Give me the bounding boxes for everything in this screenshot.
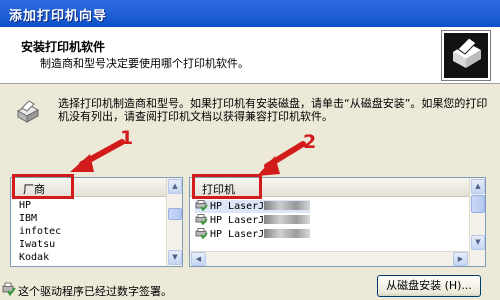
printer-model-name: HP LaserJ [210, 215, 265, 226]
redacted-model-suffix [264, 215, 311, 224]
list-item[interactable]: infotec [19, 226, 61, 237]
printer-wizard-icon [441, 30, 491, 81]
scroll-right-arrow-icon[interactable]: ▶ [453, 252, 468, 266]
page-heading: 安装打印机软件 [21, 40, 106, 54]
title-bar[interactable]: 添加打印机向导 [0, 0, 500, 27]
list-item[interactable]: Iwatsu [19, 239, 55, 250]
list-item[interactable]: HP LaserJ [195, 200, 311, 213]
annotation-label-1: 1 [120, 127, 134, 149]
wizard-header: 安装打印机软件 制造商和型号决定要使用哪个打印机软件。 [0, 27, 500, 84]
scroll-thumb[interactable] [471, 195, 485, 213]
printer-icon [16, 100, 40, 123]
scroll-down-arrow-icon[interactable]: ▼ [471, 235, 485, 250]
have-disk-button[interactable]: 从磁盘安装 (H)... [377, 275, 481, 297]
redacted-model-suffix [264, 201, 311, 210]
instructions-text: 选择打印机制造商和型号。如果打印机有安装磁盘，请单击“从磁盘安装”。如果您的打印… [58, 97, 488, 123]
redacted-model-suffix [264, 229, 311, 238]
list-item[interactable]: HP [19, 200, 31, 211]
scroll-up-arrow-icon[interactable]: ▲ [168, 179, 182, 194]
list-item[interactable]: IBM [19, 213, 37, 224]
window-title: 添加打印机向导 [9, 9, 108, 24]
printer-model-name: HP LaserJ [210, 201, 265, 212]
scroll-left-arrow-icon[interactable]: ◀ [191, 252, 206, 266]
printer-model-name: HP LaserJ [210, 229, 265, 240]
printer-vertical-scrollbar[interactable]: ▲ ▼ [469, 178, 485, 266]
printer-driver-icon [195, 200, 208, 211]
page-subheading: 制造商和型号决定要使用哪个打印机软件。 [40, 57, 249, 70]
annotation-label-2: 2 [303, 131, 317, 153]
manufacturer-scrollbar[interactable]: ▲ ▼ [166, 178, 182, 266]
printer-driver-icon [195, 214, 208, 225]
list-item[interactable]: HP LaserJ [195, 228, 311, 241]
scroll-thumb[interactable] [168, 208, 182, 220]
scroll-down-arrow-icon[interactable]: ▼ [168, 250, 182, 265]
list-item[interactable]: Kodak [19, 252, 49, 263]
printer-horizontal-scrollbar[interactable]: ◀ ▶ [190, 251, 469, 266]
list-item[interactable]: HP LaserJ [195, 214, 311, 227]
scroll-up-arrow-icon[interactable]: ▲ [471, 179, 485, 194]
printer-driver-icon [195, 228, 208, 239]
signed-driver-icon [2, 282, 16, 296]
signature-status-text: 这个驱动程序已经过数字签署。 [18, 285, 172, 298]
